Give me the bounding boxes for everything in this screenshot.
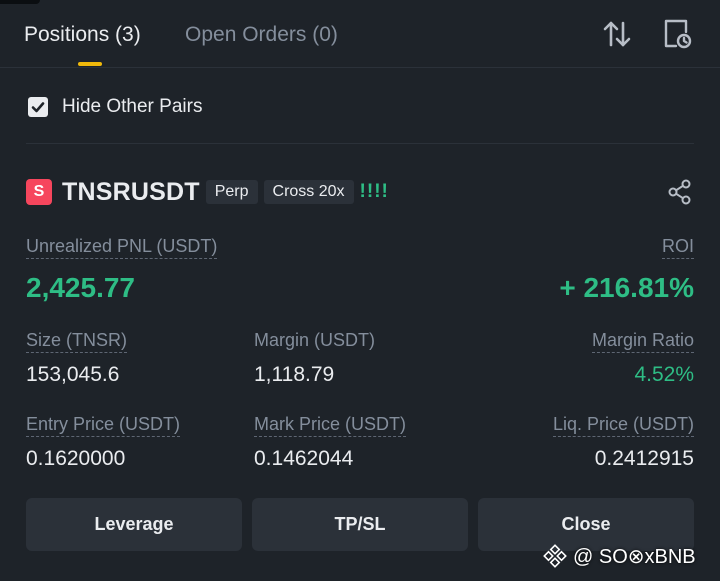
- active-tab-indicator: [78, 62, 102, 66]
- position-header: S TNSRUSDT Perp Cross 20x !!!!: [26, 176, 389, 208]
- entry-price-label[interactable]: Entry Price (USDT): [26, 413, 181, 437]
- contract-type-tag: Perp: [205, 180, 258, 204]
- position-symbol[interactable]: TNSRUSDT: [62, 178, 200, 207]
- watermark-text: @ SO⊗xBNB: [573, 545, 696, 568]
- unrealized-pnl-value: 2,425.77: [26, 272, 135, 303]
- risk-signal-indicator: !!!!: [359, 181, 389, 202]
- tpsl-button[interactable]: TP/SL: [252, 498, 468, 551]
- tab-open-orders[interactable]: Open Orders (0): [185, 20, 338, 50]
- watermark: @ SO⊗xBNB: [543, 541, 696, 571]
- entry-price-value: 0.1620000: [26, 447, 126, 470]
- tab-bar: Positions (3) Open Orders (0): [0, 0, 720, 68]
- roi-value: + 216.81%: [559, 272, 694, 303]
- size-label[interactable]: Size (TNSR): [26, 329, 128, 353]
- order-history-icon[interactable]: [660, 17, 694, 51]
- short-side-badge: S: [26, 179, 52, 205]
- mark-price-label[interactable]: Mark Price (USDT): [254, 413, 406, 437]
- mark-price-value: 0.1462044: [254, 447, 354, 470]
- liq-price-label[interactable]: Liq. Price (USDT): [552, 413, 694, 437]
- leverage-button[interactable]: Leverage: [26, 498, 242, 551]
- margin-value: 1,118.79: [254, 363, 335, 386]
- share-icon[interactable]: [666, 178, 694, 206]
- margin-label: Margin (USDT): [254, 330, 376, 350]
- section-divider: [26, 143, 694, 144]
- margin-mode-tag[interactable]: Cross 20x: [263, 180, 354, 204]
- hide-other-pairs-checkbox[interactable]: [28, 97, 48, 117]
- hide-other-pairs-toggle[interactable]: Hide Other Pairs: [28, 92, 202, 122]
- tab-positions[interactable]: Positions (3): [24, 20, 141, 50]
- margin-ratio-label[interactable]: Margin Ratio: [591, 329, 694, 353]
- size-value: 153,045.6: [26, 363, 120, 386]
- unrealized-pnl-label[interactable]: Unrealized PNL (USDT): [26, 235, 218, 259]
- sort-arrows-icon[interactable]: [600, 17, 634, 51]
- hide-other-pairs-label: Hide Other Pairs: [62, 96, 203, 117]
- margin-ratio-value: 4.52%: [634, 363, 694, 386]
- roi-label[interactable]: ROI: [661, 235, 694, 259]
- binance-logo-icon: [543, 544, 567, 568]
- checkmark-icon: [31, 102, 45, 113]
- liq-price-value: 0.2412915: [594, 447, 694, 470]
